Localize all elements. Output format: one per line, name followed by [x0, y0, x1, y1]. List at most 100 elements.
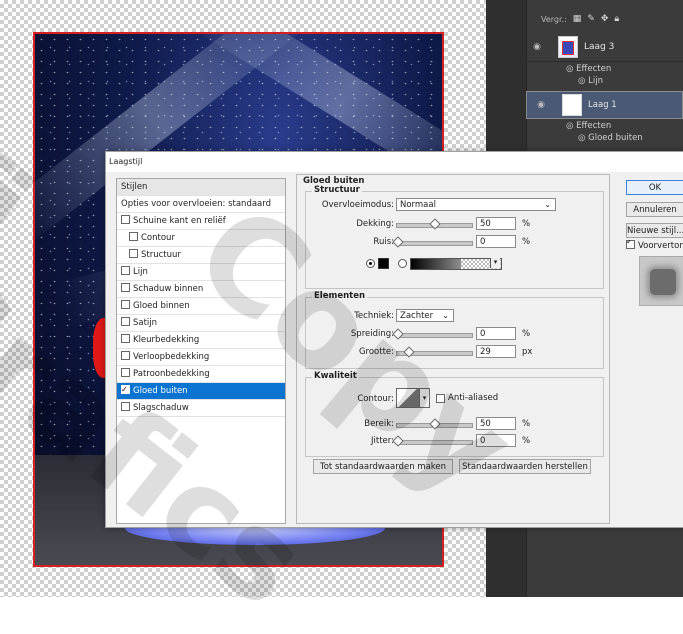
style-item[interactable]: Lijn — [117, 264, 285, 281]
layer-style-dialog: Laagstijl Stijlen Opties voor overvloeie… — [105, 151, 683, 528]
style-checkbox[interactable] — [121, 215, 130, 224]
gradient-radio[interactable] — [398, 259, 407, 268]
style-item-label: Lijn — [133, 267, 148, 277]
spread-slider[interactable] — [392, 328, 473, 340]
effect-item-lijn[interactable]: ◎ Lijn — [578, 76, 603, 86]
ok-button[interactable]: OK — [626, 180, 683, 195]
dialog-title: Laagstijl — [106, 152, 683, 172]
style-item[interactable]: Patroonbedekking — [117, 366, 285, 383]
slider-handle[interactable] — [392, 435, 404, 447]
brush-lock-icon[interactable]: ✎ — [587, 14, 595, 24]
style-item[interactable]: Structuur — [117, 247, 285, 264]
layer-name: Laag 1 — [588, 100, 617, 110]
style-item[interactable]: Schaduw binnen — [117, 281, 285, 298]
chevron-down-icon: ⌄ — [544, 200, 551, 209]
size-slider[interactable] — [396, 346, 473, 358]
style-item-label: Schaduw binnen — [133, 284, 204, 294]
visibility-eye-icon[interactable]: ◉ — [530, 99, 552, 111]
chevron-down-icon[interactable]: ▾ — [490, 258, 500, 268]
slider-handle[interactable] — [429, 218, 441, 230]
blend-options-item[interactable]: Opties voor overvloeien: standaard — [117, 196, 285, 213]
size-input[interactable]: 29 — [476, 345, 516, 358]
blend-mode-select[interactable]: Normaal ⌄ — [396, 198, 556, 211]
jitter-input[interactable]: 0 — [476, 434, 516, 447]
style-item[interactable]: Slagschaduw — [117, 400, 285, 417]
size-label: Grootte: — [358, 347, 394, 357]
style-checkbox[interactable] — [121, 317, 130, 326]
style-item[interactable]: Verloopbedekking — [117, 349, 285, 366]
style-item[interactable]: Satijn — [117, 315, 285, 332]
padlock-icon[interactable]: 🔒︎ — [614, 14, 619, 24]
style-item[interactable]: Gloed buiten — [117, 383, 285, 400]
style-item[interactable]: Contour — [117, 230, 285, 247]
preview-checkbox[interactable] — [626, 240, 635, 249]
contour-picker[interactable] — [396, 388, 420, 408]
layer-row-laag-1[interactable]: ◉ Laag 1 — [526, 91, 683, 119]
opacity-slider[interactable] — [396, 218, 473, 230]
style-item[interactable]: Schuine kant en reliëf — [117, 213, 285, 230]
chevron-down-icon[interactable]: ▾ — [419, 388, 430, 408]
new-style-button[interactable]: Nieuwe stijl... — [626, 223, 683, 238]
range-slider[interactable] — [396, 418, 473, 430]
layer-thumbnail — [558, 36, 578, 58]
preview-label: Voorvertoning — [638, 241, 683, 251]
style-checkbox[interactable] — [121, 402, 130, 411]
style-checkbox[interactable] — [121, 334, 130, 343]
style-item[interactable]: Kleurbedekking — [117, 332, 285, 349]
move-lock-icon[interactable]: ✥ — [601, 14, 609, 24]
preview-toggle[interactable]: Voorvertoning — [626, 240, 683, 252]
style-checkbox[interactable] — [121, 300, 130, 309]
slider-handle[interactable] — [403, 346, 415, 358]
jitter-label: Jitter: — [371, 436, 394, 446]
style-checkbox[interactable] — [121, 351, 130, 360]
style-item[interactable]: Gloed binnen — [117, 298, 285, 315]
style-checkbox[interactable] — [121, 368, 130, 377]
style-item-label: Contour — [141, 233, 175, 243]
layer-effects-label: ◎ Effecten — [566, 64, 612, 74]
antialias-checkbox[interactable] — [436, 394, 445, 403]
gradient-picker[interactable]: ▾ — [410, 258, 502, 270]
group-title: Structuur — [312, 185, 362, 195]
opacity-unit: % — [522, 219, 531, 229]
technique-label: Techniek: — [354, 311, 394, 321]
range-input[interactable]: 50 — [476, 417, 516, 430]
chevron-down-icon: ⌄ — [442, 311, 449, 320]
range-label: Bereik: — [364, 419, 394, 429]
opacity-label: Dekking: — [356, 219, 394, 229]
slider-handle[interactable] — [429, 418, 441, 430]
opacity-input[interactable]: 50 — [476, 217, 516, 230]
style-checkbox[interactable] — [121, 266, 130, 275]
cancel-button[interactable]: Annuleren — [626, 202, 683, 217]
noise-input[interactable]: 0 — [476, 235, 516, 248]
layer-row-laag-3[interactable]: ◉ Laag 3 — [526, 33, 683, 62]
checkerboard-lock-icon[interactable]: ▦ — [573, 14, 582, 24]
style-checkbox[interactable] — [129, 232, 138, 241]
style-item-label: Kleurbedekking — [133, 335, 200, 345]
visibility-eye-icon[interactable]: ◉ — [526, 42, 548, 52]
structure-group: Structuur Overvloeimodus: Normaal ⌄ Dekki… — [305, 185, 604, 289]
reset-default-button[interactable]: Standaardwaarden herstellen — [459, 459, 591, 474]
layer-name: Laag 3 — [584, 42, 615, 52]
spread-input[interactable]: 0 — [476, 327, 516, 340]
style-item-label: Patroonbedekking — [133, 369, 210, 379]
styles-header[interactable]: Stijlen — [117, 179, 285, 196]
style-preview — [639, 256, 683, 306]
glow-color-swatch[interactable] — [378, 258, 389, 269]
technique-select[interactable]: Zachter ⌄ — [396, 309, 454, 322]
antialias-label: Anti-aliased — [448, 393, 499, 403]
make-default-button[interactable]: Tot standaardwaarden maken — [313, 459, 453, 474]
elements-group: Elementen Techniek: Zachter ⌄ Spreiding: … — [305, 291, 604, 369]
size-unit: px — [522, 347, 533, 357]
solid-color-radio[interactable] — [366, 259, 375, 268]
jitter-slider[interactable] — [392, 435, 473, 447]
spread-unit: % — [522, 329, 531, 339]
lock-toolbar: Vergr.: ▦ ✎ ✥ 🔒︎ — [541, 8, 683, 30]
style-checkbox[interactable] — [129, 249, 138, 258]
spread-label: Spreiding: — [350, 329, 394, 339]
style-checkbox[interactable] — [121, 383, 130, 398]
noise-slider[interactable] — [392, 236, 473, 248]
style-checkbox[interactable] — [121, 283, 130, 292]
slider-handle[interactable] — [392, 328, 404, 340]
effect-item-gloed-buiten[interactable]: ◎ Gloed buiten — [578, 133, 643, 143]
slider-handle[interactable] — [392, 236, 404, 248]
